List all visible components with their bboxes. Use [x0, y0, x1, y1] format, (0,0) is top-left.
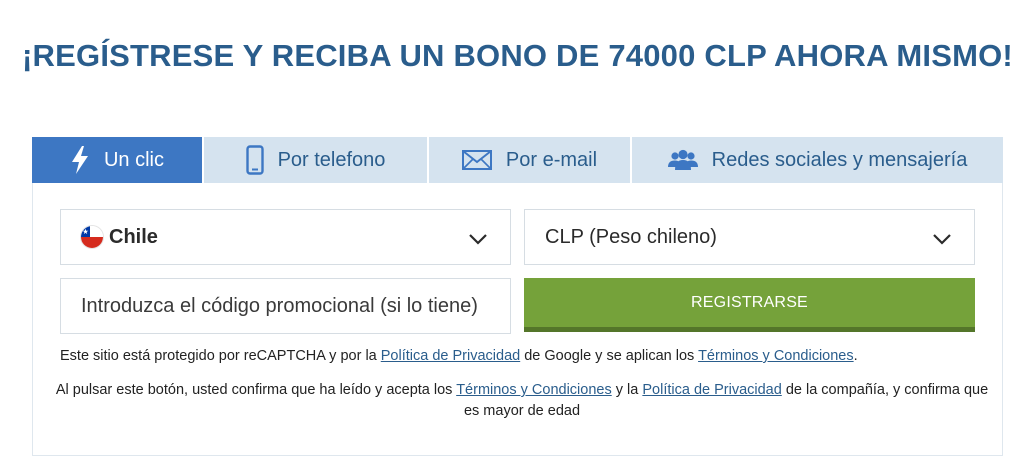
currency-select[interactable]: CLP (Peso chileno) — [524, 209, 975, 265]
lightning-icon — [70, 146, 90, 174]
consent-notice: Al pulsar este botón, usted confirma que… — [52, 380, 992, 422]
recaptcha-notice: Este sitio está protegido por reCAPTCHA … — [60, 346, 980, 367]
privacy-policy-link[interactable]: Política de Privacidad — [642, 382, 781, 398]
envelope-icon — [461, 150, 492, 170]
privacy-policy-link[interactable]: Política de Privacidad — [381, 348, 520, 364]
currency-value: CLP (Peso chileno) — [545, 225, 717, 248]
users-icon — [667, 149, 698, 171]
tab-phone[interactable]: Por telefono — [204, 137, 429, 183]
tab-social[interactable]: Redes sociales y mensajería — [632, 137, 1003, 183]
notice-text: . — [853, 348, 858, 364]
terms-link[interactable]: Términos y Condiciones — [698, 348, 854, 364]
notice-text: Al pulsar este botón, usted confirma que… — [55, 382, 457, 398]
page-title: ¡REGÍSTRESE Y RECIBA UN BONO DE 74000 CL… — [22, 38, 1013, 73]
notice-text: Este sitio está protegido por reCAPTCHA … — [60, 348, 381, 364]
country-value: Chile — [109, 225, 158, 248]
tab-label: Por telefono — [277, 148, 386, 171]
tab-label: Por e-mail — [505, 148, 598, 171]
registration-tabs: Un clic Por telefono Por e-mail Redes so… — [32, 137, 1003, 183]
tab-label: Un clic — [103, 148, 164, 171]
tab-email[interactable]: Por e-mail — [429, 137, 632, 183]
notice-text: de Google y se aplican los — [520, 348, 699, 364]
promo-code-input[interactable]: Introduzca el código promocional (si lo … — [60, 278, 511, 334]
country-select[interactable]: Chile — [60, 209, 511, 265]
chevron-down-icon — [468, 228, 488, 251]
promo-code-placeholder: Introduzca el código promocional (si lo … — [81, 294, 478, 317]
phone-icon — [245, 145, 264, 175]
terms-link[interactable]: Términos y Condiciones — [456, 382, 612, 398]
tab-label: Redes sociales y mensajería — [711, 148, 968, 171]
tab-one-click[interactable]: Un clic — [32, 137, 204, 183]
notice-text: y la — [611, 382, 643, 398]
chevron-down-icon — [932, 228, 952, 251]
chile-flag-icon — [81, 226, 103, 248]
register-button[interactable]: REGISTRARSE — [524, 278, 975, 332]
